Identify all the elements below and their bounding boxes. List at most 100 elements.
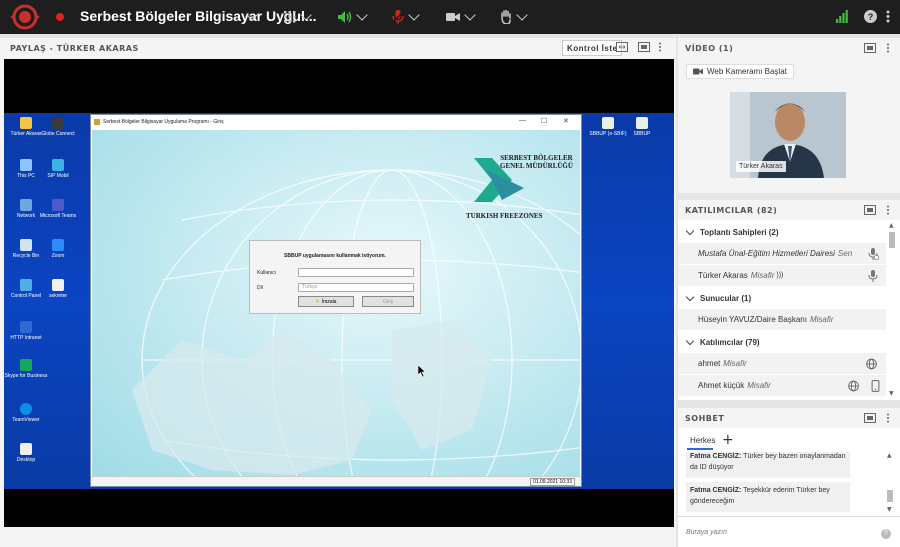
globe-icon [848,380,859,392]
chevron-down-icon [685,226,695,236]
chevron-down-icon [685,336,695,346]
attendee-row[interactable]: Ahmet küçük Misafir [678,375,886,397]
attendees-pod-title: KATILIMCILAR (82) [685,205,778,215]
document-icon [20,443,32,455]
maximize-pod-icon[interactable] [638,42,650,52]
hand-icon [501,10,511,24]
chat-scrollbar[interactable]: ▲ ▼ [886,452,894,514]
meeting-menu-button[interactable] [246,6,258,28]
share-pod-header: PAYLAŞ - TÜRKER AKARAS Kontrol İste [0,38,676,58]
scroll-down-icon[interactable]: ▼ [887,506,892,513]
raise-hand-button[interactable] [500,6,528,28]
fit-to-width-icon[interactable] [616,42,628,52]
chat-message: Fatma CENGİZ: Türker bey bazen onaylanma… [686,452,850,478]
desktop-icon[interactable]: SBBUP [620,117,664,137]
desktop-icon[interactable]: Skype for Business [4,359,48,379]
pod-options-icon[interactable] [886,413,890,423]
svg-text:?: ? [868,12,874,22]
microphone-button[interactable] [392,6,420,28]
skype-icon [20,359,32,371]
help-icon[interactable]: ? [864,10,877,23]
maximize-icon[interactable]: ☐ [541,117,547,125]
user-label: Kullanıcı [257,270,277,276]
globe-icon [866,358,877,370]
browser-icon [20,321,32,333]
attendee-group-presenters[interactable]: Sunucular (1) [678,287,886,309]
video-pod-header: VİDEO (1) [678,38,900,58]
desktop-icon[interactable]: SIP Mobil [36,159,80,179]
attendee-row[interactable]: Türker Akaras Misafir ))) [678,265,886,287]
microphone-muted-icon [392,10,404,24]
sign-button[interactable]: ✎ İmzala [298,296,354,307]
chat-pod-header: SOHBET [678,408,900,428]
mic-icon [868,270,878,282]
desktop-icon[interactable]: TeamViewer [4,403,48,423]
meeting-title[interactable]: Serbest Bölgeler Bilgisayar Uygul... [80,8,317,24]
globe-icon [52,117,64,129]
remote-status-bar: 01.09.2021 10:33 [91,476,581,486]
scrollbar-thumb[interactable] [887,490,893,502]
attendee-row[interactable]: Hüseyin YAVUZ/Daire Başkanı Misafir [678,309,886,331]
attendees-scrollbar[interactable]: ▲ ▼ [888,222,896,398]
attendee-row[interactable]: Mustafa Ünal-Eğitim Hizmetleri Dairesi Se… [678,243,886,265]
desktop-icon[interactable]: Microsoft Teams [36,199,80,219]
attendee-group-participants[interactable]: Katılımcılar (79) [678,331,886,353]
speaker-button[interactable] [338,6,368,28]
language-select[interactable]: Türkçe [298,283,414,292]
attendee-row[interactable]: ahmet Misafir [678,353,886,375]
remote-window-titlebar: Serbest Bölgeler Bilgisayar Uygulama Pro… [91,115,581,129]
add-chat-tab-icon[interactable]: + [722,432,734,448]
scroll-up-icon[interactable]: ▲ [889,222,894,229]
request-control-button[interactable]: Kontrol İste [562,40,623,56]
scroll-down-icon[interactable]: ▼ [889,390,894,397]
start-webcam-button[interactable]: Web Kameramı Başlat [686,64,794,79]
minimize-icon[interactable]: — [519,117,526,124]
mic-muted-icon [868,248,879,260]
scroll-up-icon[interactable]: ▲ [887,452,892,459]
desktop-icon[interactable]: Desktop [4,443,48,463]
maximize-pod-icon[interactable] [864,205,876,215]
app-background: SERBEST BÖLGELER GENEL MÜDÜRLÜĞÜ TURKISH… [92,130,580,478]
chevron-down-icon [300,9,312,21]
scrollbar-thumb[interactable] [889,232,895,248]
camera-icon [693,68,703,75]
language-label: Dil [257,285,263,291]
desktop-icon[interactable]: HTTP Intranet [4,321,48,341]
pod-options-icon[interactable] [658,42,662,52]
desktop-icon[interactable]: sekreter [36,279,80,299]
chevron-down-icon [356,9,368,21]
camera-icon [446,13,460,21]
mouse-cursor-icon [418,365,426,377]
chat-tab-everyone[interactable]: Herkes [690,436,715,445]
close-icon[interactable]: ✕ [563,117,569,125]
camera-button[interactable] [446,6,476,28]
attendees-pod-header: KATILIMCILAR (82) [678,200,900,220]
chevron-down-icon [408,9,420,21]
help-icon[interactable]: ? [881,529,891,539]
remote-desktop: Türker Akaras Globe Connect This PC SIP … [4,113,674,489]
pod-options-icon[interactable] [886,43,890,53]
login-prompt: SBBUP uygulamasını kullanmak istiyorum. [284,253,386,259]
speaker-icon [338,11,352,23]
more-options-icon[interactable] [886,10,890,23]
active-tab-indicator [687,448,713,450]
pod-options-icon[interactable] [886,205,890,215]
teamviewer-icon [20,403,32,415]
org-english-name: TURKISH FREEZONES [466,212,543,220]
network-icon [20,199,32,211]
participant-video: Türker Akaras [730,92,846,178]
user-select[interactable] [298,268,414,277]
connection-strength-icon[interactable] [836,10,848,23]
maximize-pod-icon[interactable] [864,413,876,423]
remote-window-title: Serbest Bölgeler Bilgisayar Uygulama Pro… [103,119,224,125]
maximize-pod-icon[interactable] [864,43,876,53]
desktop-icon[interactable]: Zoom [36,239,80,259]
attendee-group-hosts[interactable]: Toplantı Sahipleri (2) [678,221,886,243]
desktop-icon[interactable]: Globe Connect [36,117,80,137]
login-button[interactable]: Giriş [362,296,414,307]
share-pod: PAYLAŞ - TÜRKER AKARAS Kontrol İste Türk… [0,38,676,547]
app-icon [602,117,614,129]
chat-input[interactable]: Buraya yazın ? [678,516,900,547]
screen-share-stage: Türker Akaras Globe Connect This PC SIP … [4,59,674,527]
layouts-menu-button[interactable] [284,6,312,28]
